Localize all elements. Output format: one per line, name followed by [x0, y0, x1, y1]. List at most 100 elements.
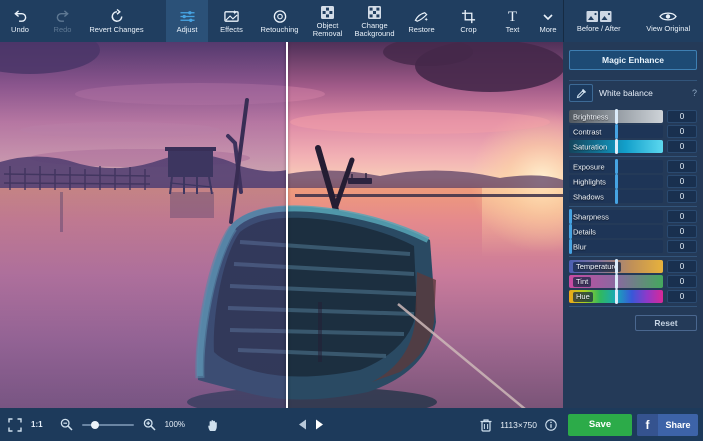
slider-shadows[interactable]: Shadows 0 — [569, 190, 697, 203]
slider-handle[interactable] — [615, 189, 618, 204]
revert-changes-button[interactable]: Revert Changes — [85, 0, 148, 42]
slider-handle[interactable] — [615, 124, 618, 139]
slider-tint[interactable]: Tint 0 — [569, 275, 697, 288]
slider-contrast[interactable]: Contrast 0 — [569, 125, 697, 138]
before-after-split-line[interactable] — [286, 42, 288, 408]
slider-value-contrast[interactable]: 0 — [667, 125, 697, 138]
slider-value-details[interactable]: 0 — [667, 225, 697, 238]
undo-button[interactable]: Undo — [0, 0, 40, 42]
zoom-slider[interactable] — [82, 424, 134, 426]
slider-details[interactable]: Details 0 — [569, 225, 697, 238]
before-side-overlay — [0, 42, 287, 408]
slider-value-hue[interactable]: 0 — [667, 290, 697, 303]
effects-icon — [223, 9, 240, 24]
redo-button[interactable]: Redo — [40, 0, 85, 42]
help-button[interactable]: ? — [692, 88, 697, 98]
fit-screen-icon[interactable] — [8, 418, 22, 432]
slider-track-contrast[interactable]: Contrast — [569, 125, 663, 138]
slider-track-brightness[interactable]: Brightness — [569, 110, 663, 123]
slider-track-saturation[interactable]: Saturation — [569, 140, 663, 153]
zoom-out-icon[interactable] — [60, 418, 73, 431]
slider-handle[interactable] — [615, 274, 618, 289]
slider-label: Shadows — [573, 192, 604, 201]
slider-handle[interactable] — [615, 109, 618, 124]
slider-track-hue[interactable]: Hue — [569, 290, 663, 303]
separator — [569, 256, 697, 257]
hand-tool-icon[interactable] — [206, 418, 219, 432]
view-controls: Before / After View Original — [563, 0, 703, 42]
magic-enhance-button[interactable]: Magic Enhance — [569, 50, 697, 70]
slider-track-temperature[interactable]: Temperature — [569, 260, 663, 273]
facebook-icon: f — [637, 414, 658, 436]
slider-value-sharpness[interactable]: 0 — [667, 210, 697, 223]
more-button[interactable]: More — [533, 0, 563, 42]
chevron-down-icon — [542, 9, 554, 24]
slider-handle[interactable] — [615, 259, 618, 274]
slider-track-tint[interactable]: Tint — [569, 275, 663, 288]
slider-exposure[interactable]: Exposure 0 — [569, 160, 697, 173]
before-after-icon — [586, 10, 612, 23]
slider-track-blur[interactable]: Blur — [569, 240, 663, 253]
slider-track-sharpness[interactable]: Sharpness — [569, 210, 663, 223]
save-button[interactable]: Save — [568, 414, 632, 436]
slider-value-highlights[interactable]: 0 — [667, 175, 697, 188]
slider-value-blur[interactable]: 0 — [667, 240, 697, 253]
slider-highlights[interactable]: Highlights 0 — [569, 175, 697, 188]
slider-track-exposure[interactable]: Exposure — [569, 160, 663, 173]
object-removal-icon — [320, 5, 335, 20]
previous-photo-icon[interactable] — [298, 419, 307, 430]
slider-value-exposure[interactable]: 0 — [667, 160, 697, 173]
tab-text[interactable]: T Text — [492, 0, 533, 42]
slider-value-brightness[interactable]: 0 — [667, 110, 697, 123]
slider-value-temperature[interactable]: 0 — [667, 260, 697, 273]
slider-value-saturation[interactable]: 0 — [667, 140, 697, 153]
slider-sharpness[interactable]: Sharpness 0 — [569, 210, 697, 223]
before-after-button[interactable]: Before / After — [564, 0, 634, 42]
info-icon[interactable] — [545, 419, 557, 431]
reset-button[interactable]: Reset — [635, 315, 697, 331]
photo-navigation — [298, 408, 324, 441]
slider-track-details[interactable]: Details — [569, 225, 663, 238]
tab-effects[interactable]: Effects — [208, 0, 255, 42]
tab-object-removal[interactable]: Object Removal — [304, 0, 351, 42]
slider-hue[interactable]: Hue 0 — [569, 290, 697, 303]
slider-handle[interactable] — [569, 209, 572, 224]
slider-brightness[interactable]: Brightness 0 — [569, 110, 697, 123]
slider-handle[interactable] — [569, 224, 572, 239]
slider-handle[interactable] — [569, 239, 572, 254]
image-info: 1113×750 — [480, 408, 557, 441]
slider-track-highlights[interactable]: Highlights — [569, 175, 663, 188]
slider-handle[interactable] — [615, 289, 618, 304]
adjust-panel: Magic Enhance White balance ? Brightness… — [563, 42, 703, 408]
zoom-level: 100% — [165, 420, 185, 429]
slider-value-tint[interactable]: 0 — [667, 275, 697, 288]
slider-handle[interactable] — [615, 139, 618, 154]
zoom-slider-knob[interactable] — [91, 421, 99, 429]
slider-handle[interactable] — [615, 159, 618, 174]
trash-icon[interactable] — [480, 418, 492, 432]
tab-crop[interactable]: Crop — [445, 0, 492, 42]
slider-handle[interactable] — [615, 174, 618, 189]
share-button[interactable]: f Share — [637, 414, 698, 436]
undo-icon — [12, 9, 28, 24]
slider-track-shadows[interactable]: Shadows — [569, 190, 663, 203]
next-photo-icon[interactable] — [315, 419, 324, 430]
slider-saturation[interactable]: Saturation 0 — [569, 140, 697, 153]
white-balance-eyedropper-button[interactable] — [569, 84, 593, 102]
status-bar: 1:1 100% — [0, 408, 563, 441]
text-tool-icon: T — [508, 10, 517, 24]
tab-retouching[interactable]: Retouching — [255, 0, 304, 42]
view-original-button[interactable]: View Original — [634, 0, 703, 42]
slider-blur[interactable]: Blur 0 — [569, 240, 697, 253]
tab-adjust[interactable]: Adjust — [166, 0, 208, 42]
zoom-in-icon[interactable] — [143, 418, 156, 431]
adjust-sliders-icon — [179, 9, 196, 24]
tab-change-background[interactable]: Change Background — [351, 0, 398, 42]
slider-value-shadows[interactable]: 0 — [667, 190, 697, 203]
actual-size-button[interactable]: 1:1 — [31, 420, 43, 429]
slider-temperature[interactable]: Temperature 0 — [569, 260, 697, 273]
tab-restore[interactable]: Restore — [398, 0, 445, 42]
slider-label: Sharpness — [573, 212, 609, 221]
photo-canvas[interactable] — [0, 42, 563, 408]
separator — [569, 206, 697, 207]
